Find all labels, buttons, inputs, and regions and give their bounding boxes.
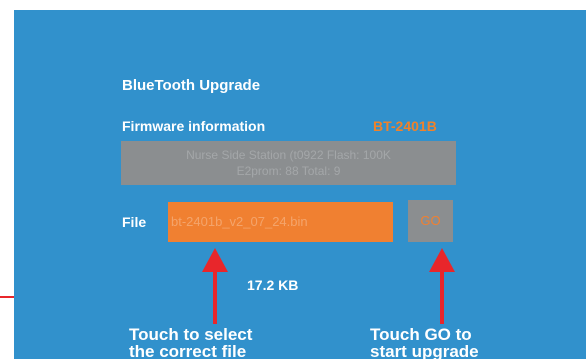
arrow-up-icon (202, 248, 228, 324)
firmware-info-line-1: Nurse Side Station (t0922 Flash: 100K (186, 148, 391, 162)
go-button[interactable]: GO (408, 200, 453, 242)
page-title: BlueTooth Upgrade (122, 77, 261, 94)
go-caption-line-2: start upgrade (370, 342, 479, 361)
select-caption-line-1: Touch to select (129, 325, 253, 344)
firmware-info-box: Nurse Side Station (t0922 Flash: 100K E2… (121, 141, 456, 185)
select-file-caption: Touch to select the correct file (129, 326, 329, 360)
model-label: BT-2401B (373, 118, 437, 134)
firmware-info-line-2: E2prom: 88 Total: 9 (236, 164, 341, 178)
file-label: File (122, 214, 147, 230)
go-caption: Touch GO to start upgrade (370, 326, 570, 360)
callout-line (0, 296, 14, 298)
firmware-info-label: Firmware information (122, 118, 266, 134)
arrow-up-icon (429, 248, 455, 324)
go-caption-line-1: Touch GO to (370, 325, 472, 344)
file-select-field[interactable]: bt-2401b_v2_07_24.bin (168, 202, 393, 242)
file-size-label: 17.2 KB (247, 277, 299, 293)
select-caption-line-2: the correct file (129, 342, 247, 361)
